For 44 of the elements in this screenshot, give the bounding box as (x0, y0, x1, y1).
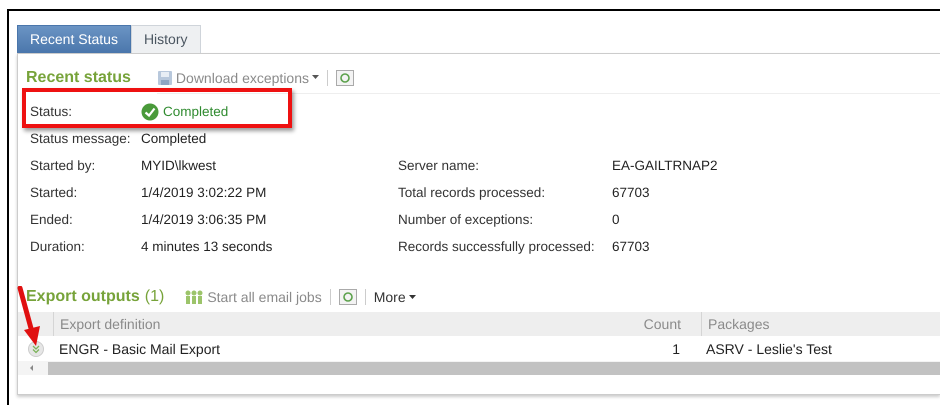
save-icon (156, 70, 173, 86)
field-label: Ended: (30, 212, 74, 227)
field-label: Records successfully processed: (398, 239, 596, 254)
field-value: Completed (141, 131, 206, 146)
field-label: Started by: (30, 158, 96, 173)
tab[interactable]: Recent Status (17, 25, 131, 53)
field-value: EA-GAILTRNAP2 (612, 158, 718, 173)
refresh-icon[interactable] (338, 289, 357, 305)
refresh-icon[interactable] (336, 70, 354, 86)
table-cell-text: 1 (671, 340, 681, 356)
field-label: Total records processed: (398, 185, 546, 200)
table-cell-text: ASRV - Leslie's Test (705, 340, 833, 356)
field-label: Duration: (30, 239, 86, 254)
people-icon (184, 289, 204, 305)
scrollbar-thumb[interactable] (48, 362, 940, 374)
field-label: Server name: (398, 158, 480, 173)
field-label: Status: (30, 104, 74, 119)
start-email-jobs-button[interactable]: Start all email jobs (184, 289, 322, 305)
field-value: 4 minutes 13 seconds (141, 239, 272, 254)
download-exceptions-button[interactable]: Download exceptions (156, 70, 320, 86)
field-value: MYID\lkwest (141, 158, 216, 173)
field-value: 0 (612, 212, 620, 227)
field-value: 67703 (612, 239, 650, 254)
section-title: Recent status (26, 69, 131, 87)
section-title: Export outputs (26, 288, 140, 306)
table-cell-text: ENGR - Basic Mail Export (58, 340, 222, 356)
caret-icon (312, 75, 320, 80)
field-label: Status message: (30, 131, 132, 146)
output-count: (1) (144, 288, 164, 306)
expand-icon[interactable] (28, 340, 44, 356)
column-header[interactable]: Count (460, 316, 701, 332)
caret-icon (408, 294, 416, 300)
field-value: 1/4/2019 3:02:22 PM (141, 185, 266, 200)
tab[interactable]: History (130, 25, 200, 53)
scroll-left-icon[interactable] (28, 364, 36, 372)
field-label: Started: (30, 185, 78, 200)
check-icon (141, 102, 159, 120)
column-header[interactable]: Packages (701, 312, 940, 336)
field-value: 67703 (612, 185, 650, 200)
more-button[interactable]: More (374, 289, 416, 305)
field-label: Number of exceptions: (398, 212, 534, 227)
field-value: 1/4/2019 3:06:35 PM (141, 212, 266, 227)
column-header[interactable]: Export definition (53, 312, 460, 336)
status-value: Completed (163, 104, 228, 119)
